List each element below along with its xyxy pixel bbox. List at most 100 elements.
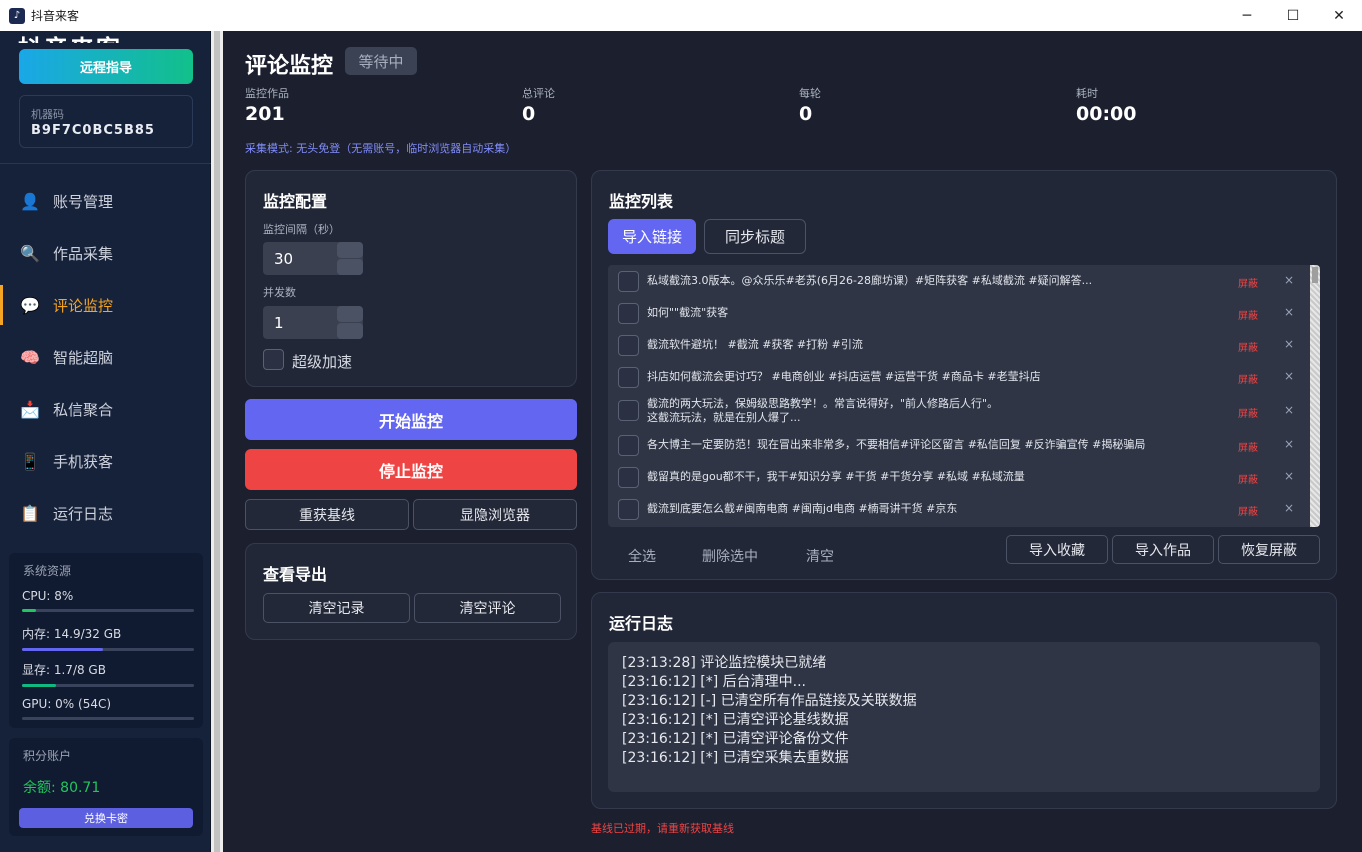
- stat-value: 00:00: [1076, 103, 1137, 125]
- delete-icon[interactable]: ×: [1284, 273, 1294, 287]
- concurrency-stepper[interactable]: 1: [263, 306, 363, 339]
- sidebar-divider: [0, 163, 211, 164]
- row-checkbox[interactable]: [618, 335, 639, 356]
- shield-button[interactable]: 屏蔽: [1238, 371, 1258, 386]
- collect-mode-text: 采集模式: 无头免登（无需账号，临时浏览器自动采集）: [245, 142, 517, 155]
- import-works-button[interactable]: 导入作品: [1112, 535, 1214, 564]
- clear-records-button[interactable]: 清空记录: [263, 593, 410, 623]
- row-checkbox[interactable]: [618, 400, 639, 421]
- rebase-button[interactable]: 重获基线: [245, 499, 409, 530]
- list-item[interactable]: 各大博主一定要防范！现在冒出来非常多，不要相信#评论区留言 #私信回复 #反诈骗…: [608, 429, 1308, 461]
- machine-code-value: B9F7C0BC5B85: [31, 123, 155, 138]
- log-line: [23:13:28] 评论监控模块已就绪: [622, 655, 827, 671]
- delete-icon[interactable]: ×: [1284, 501, 1294, 515]
- stepper-down-icon[interactable]: [337, 323, 363, 339]
- points-title: 积分账户: [23, 749, 72, 763]
- baseline-warning: 基线已过期，请重新获取基线: [591, 822, 734, 835]
- row-title: 如何""截流"获客: [647, 306, 729, 319]
- row-checkbox[interactable]: [618, 367, 639, 388]
- chat-icon: 💬: [20, 295, 40, 315]
- user-icon: 👤: [20, 191, 40, 211]
- clipboard-icon: 📋: [20, 503, 40, 523]
- title-bar: ♪ 抖音来客 ─ ☐ ✕: [0, 0, 1362, 31]
- vram-bar-fill: [22, 684, 57, 687]
- delete-icon[interactable]: ×: [1284, 469, 1294, 483]
- row-checkbox[interactable]: [618, 467, 639, 488]
- list-item[interactable]: 截流的两大玩法，保姆级思路教学！。常言说得好，"前人修路后人行"。 这截流玩法，就…: [608, 393, 1308, 429]
- remote-guide-button[interactable]: 远程指导: [19, 49, 193, 84]
- sidebar-item-label: 智能超脑: [53, 348, 114, 367]
- stat-label: 总评论: [522, 87, 555, 100]
- clear-list-button[interactable]: 清空: [806, 546, 834, 566]
- memory-bar-fill: [22, 648, 103, 651]
- sidebar-item-comment-monitor[interactable]: 💬 评论监控: [0, 279, 211, 331]
- turbo-checkbox[interactable]: [263, 349, 284, 370]
- shield-button[interactable]: 屏蔽: [1238, 339, 1258, 354]
- start-monitor-button[interactable]: 开始监控: [245, 399, 577, 440]
- scrollbar-thumb[interactable]: [1312, 267, 1318, 283]
- shield-button[interactable]: 屏蔽: [1238, 471, 1258, 486]
- list-item[interactable]: 抖店如何截流会更讨巧？ #电商创业 #抖店运营 #运营干货 #商品卡 #老莹抖店…: [608, 361, 1308, 393]
- list-item[interactable]: 截留真的是gou都不干，我干#知识分享 #干货 #干货分享 #私域 #私域流量 屏…: [608, 461, 1308, 493]
- row-checkbox[interactable]: [618, 499, 639, 520]
- delete-icon[interactable]: ×: [1284, 437, 1294, 451]
- restore-shield-button[interactable]: 恢复屏蔽: [1218, 535, 1320, 564]
- sidebar-item-accounts[interactable]: 👤 账号管理: [0, 175, 211, 227]
- delete-icon[interactable]: ×: [1284, 337, 1294, 351]
- sidebar-item-messages[interactable]: 📩 私信聚合: [0, 383, 211, 435]
- select-all-button[interactable]: 全选: [628, 546, 656, 566]
- row-checkbox[interactable]: [618, 271, 639, 292]
- row-checkbox[interactable]: [618, 303, 639, 324]
- toggle-browser-button[interactable]: 显隐浏览器: [413, 499, 577, 530]
- sync-title-button[interactable]: 同步标题: [704, 219, 806, 254]
- cpu-label: CPU: 8%: [22, 589, 74, 603]
- row-title: 截留真的是gou都不干，我干#知识分享 #干货 #干货分享 #私域 #私域流量: [647, 470, 1025, 483]
- sidebar-scrollbar[interactable]: [211, 31, 223, 852]
- maximize-icon[interactable]: ☐: [1270, 0, 1316, 31]
- sidebar-item-logs[interactable]: 📋 运行日志: [0, 487, 211, 539]
- cpu-meter: CPU: 8%: [22, 589, 194, 612]
- import-link-button[interactable]: 导入链接: [608, 219, 696, 254]
- shield-button[interactable]: 屏蔽: [1238, 405, 1258, 420]
- stat-total-comments: 总评论 0: [522, 85, 555, 125]
- clear-comments-button[interactable]: 清空评论: [414, 593, 561, 623]
- minimize-icon[interactable]: ─: [1224, 0, 1270, 31]
- stat-per-round: 每轮 0: [799, 85, 821, 125]
- sidebar-item-label: 私信聚合: [53, 400, 114, 419]
- list-item[interactable]: 如何""截流"获客 屏蔽 ×: [608, 297, 1308, 329]
- sidebar-item-collect[interactable]: 🔍 作品采集: [0, 227, 211, 279]
- sidebar-item-phone[interactable]: 📱 手机获客: [0, 435, 211, 487]
- interval-stepper[interactable]: 30: [263, 242, 363, 275]
- shield-button[interactable]: 屏蔽: [1238, 307, 1258, 322]
- row-checkbox[interactable]: [618, 435, 639, 456]
- delete-icon[interactable]: ×: [1284, 403, 1294, 417]
- list-item[interactable]: 截流到底要怎么截#闽南电商 #闽南jd电商 #楠哥讲干货 #京东 屏蔽 ×: [608, 493, 1308, 525]
- row-title: 截流到底要怎么截#闽南电商 #闽南jd电商 #楠哥讲干货 #京东: [647, 502, 958, 515]
- delete-icon[interactable]: ×: [1284, 305, 1294, 319]
- stepper-down-icon[interactable]: [337, 259, 363, 275]
- shield-button[interactable]: 屏蔽: [1238, 503, 1258, 518]
- shield-button[interactable]: 屏蔽: [1238, 275, 1258, 290]
- delete-selected-button[interactable]: 删除选中: [702, 546, 758, 566]
- memory-label: 内存: 14.9/32 GB: [22, 627, 122, 641]
- list-scrollbar[interactable]: [1310, 265, 1320, 527]
- stop-monitor-button[interactable]: 停止监控: [245, 449, 577, 490]
- brand-title: 抖音来客: [18, 29, 122, 43]
- run-log-title: 运行日志: [609, 614, 674, 633]
- import-favorites-button[interactable]: 导入收藏: [1006, 535, 1108, 564]
- monitor-list: 私域截流3.0版本。@众乐乐#老苏(6月26-28廊坊课）#矩阵获客 #私域截流…: [608, 265, 1320, 527]
- shield-button[interactable]: 屏蔽: [1238, 439, 1258, 454]
- brain-icon: 🧠: [20, 347, 40, 367]
- list-item[interactable]: 截流软件避坑！ #截流 #获客 #打粉 #引流 屏蔽 ×: [608, 329, 1308, 361]
- stepper-up-icon[interactable]: [337, 306, 363, 322]
- status-badge: 等待中: [345, 47, 417, 75]
- stat-value: 0: [522, 103, 536, 125]
- redeem-card-button[interactable]: 兑换卡密: [19, 808, 193, 828]
- delete-icon[interactable]: ×: [1284, 369, 1294, 383]
- close-icon[interactable]: ✕: [1316, 0, 1362, 31]
- sidebar-item-label: 运行日志: [53, 504, 114, 523]
- sidebar-item-brain[interactable]: 🧠 智能超脑: [0, 331, 211, 383]
- stepper-up-icon[interactable]: [337, 242, 363, 258]
- list-item[interactable]: 私域截流3.0版本。@众乐乐#老苏(6月26-28廊坊课）#矩阵获客 #私域截流…: [608, 265, 1308, 297]
- scrollbar-thumb[interactable]: [214, 31, 220, 852]
